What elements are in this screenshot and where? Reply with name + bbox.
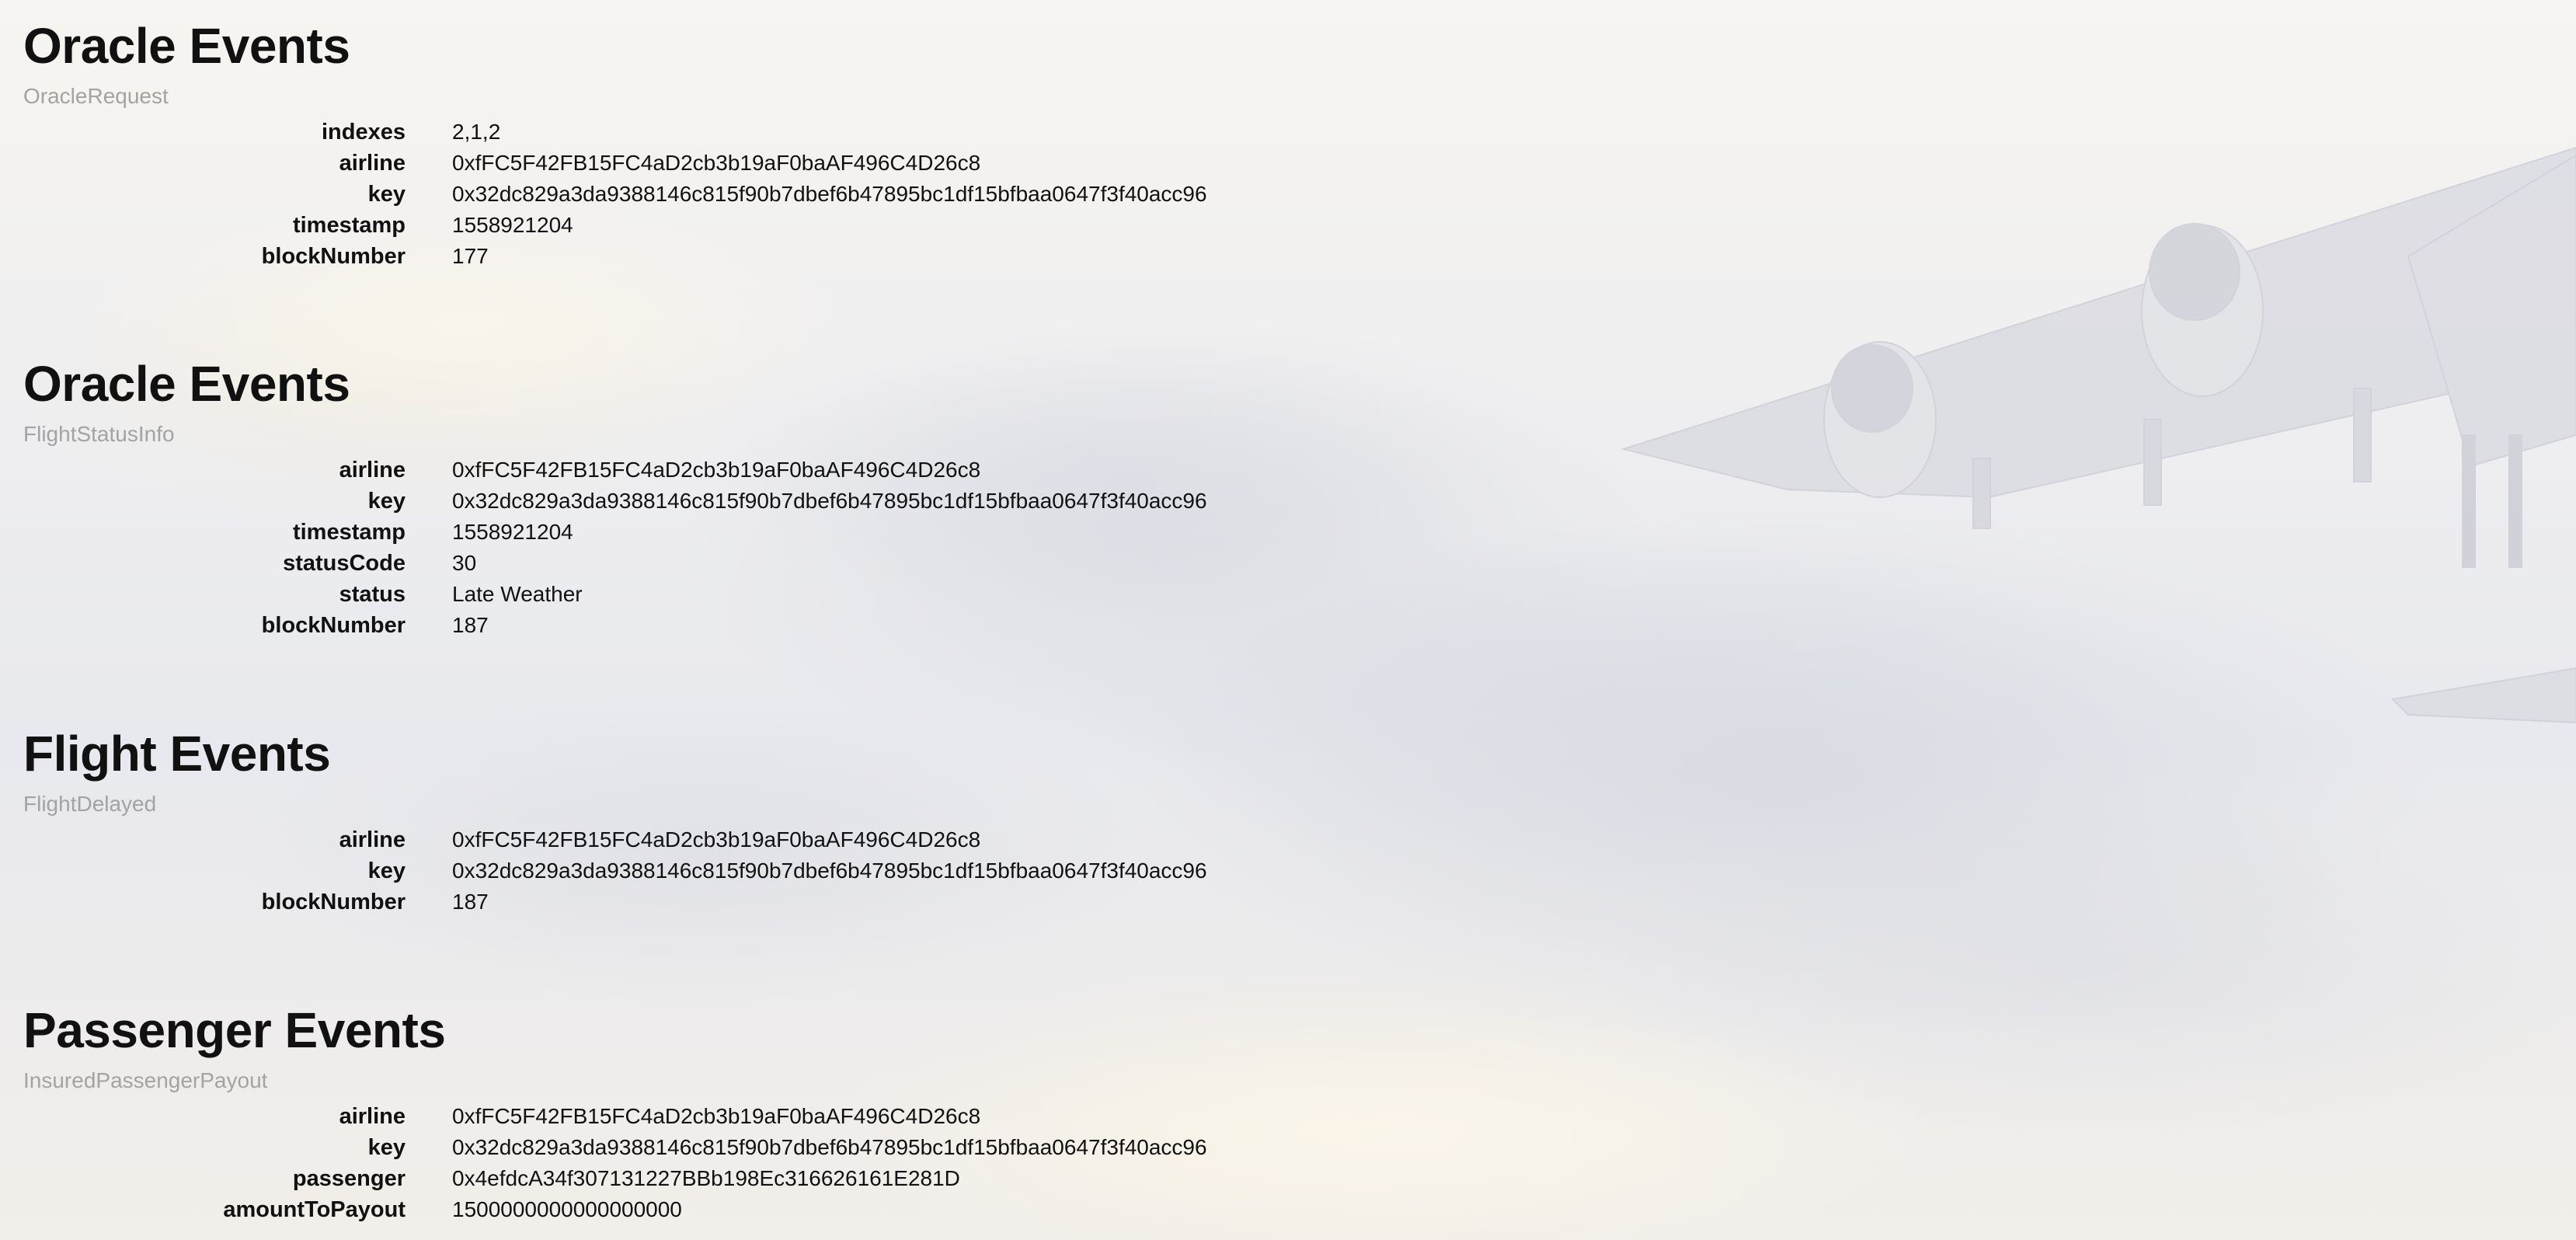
field-label: airline — [339, 827, 406, 852]
field-value: 0xfFC5F42FB15FC4aD2cb3b19aF0baAF496C4D26… — [452, 458, 981, 482]
field-row: passenger 0x4efdcA34f307131227BBb198Ec31… — [23, 1163, 1344, 1194]
field-row: airline 0xfFC5F42FB15FC4aD2cb3b19aF0baAF… — [23, 455, 1344, 486]
field-label: key — [367, 181, 406, 207]
field-label: blockNumber — [261, 612, 406, 638]
field-value: Late Weather — [452, 582, 583, 606]
field-value: 177 — [452, 244, 489, 268]
field-row: statusCode 30 — [23, 548, 1344, 579]
field-value: 1500000000000000000 — [452, 1197, 682, 1221]
field-row: airline 0xfFC5F42FB15FC4aD2cb3b19aF0baAF… — [23, 148, 1344, 179]
field-row: timestamp 1558921204 — [23, 210, 1344, 241]
field-value: 30 — [452, 551, 477, 575]
event-name: FlightStatusInfo — [23, 422, 175, 446]
insured-passenger-payout-section: Passenger Events InsuredPassengerPayout … — [23, 1000, 1344, 1225]
field-label: key — [367, 488, 406, 514]
field-row: airline 0xfFC5F42FB15FC4aD2cb3b19aF0baAF… — [23, 1101, 1344, 1132]
field-row: timestamp 1558921204 — [23, 517, 1344, 548]
flight-delayed-section: Flight Events FlightDelayed airline 0xfF… — [23, 723, 1344, 918]
field-label: airline — [339, 150, 406, 176]
field-label: airline — [339, 1103, 406, 1129]
event-fields: airline 0xfFC5F42FB15FC4aD2cb3b19aF0baAF… — [23, 1101, 1344, 1225]
field-value: 1558921204 — [452, 520, 573, 544]
field-label: blockNumber — [261, 243, 406, 269]
field-value: 0x32dc829a3da9388146c815f90b7dbef6b47895… — [452, 859, 1207, 883]
field-value: 0x32dc829a3da9388146c815f90b7dbef6b47895… — [452, 182, 1207, 206]
field-value: 2,1,2 — [452, 120, 501, 144]
field-value: 1558921204 — [452, 213, 573, 237]
flight-status-info-section: Oracle Events FlightStatusInfo airline 0… — [23, 354, 1344, 641]
field-label: timestamp — [292, 212, 406, 238]
field-row: blockNumber 187 — [23, 610, 1344, 641]
section-title: Oracle Events — [23, 356, 350, 412]
oracle-request-section: Oracle Events OracleRequest indexes 2,1,… — [23, 16, 1344, 272]
field-row: status Late Weather — [23, 579, 1344, 610]
field-label: blockNumber — [261, 889, 406, 914]
field-value: 0xfFC5F42FB15FC4aD2cb3b19aF0baAF496C4D26… — [452, 827, 981, 852]
field-label: passenger — [292, 1165, 406, 1191]
event-fields: airline 0xfFC5F42FB15FC4aD2cb3b19aF0baAF… — [23, 455, 1344, 641]
field-row: blockNumber 187 — [23, 886, 1344, 918]
event-name: FlightDelayed — [23, 792, 157, 816]
section-title: Flight Events — [23, 726, 331, 782]
field-value: 0x32dc829a3da9388146c815f90b7dbef6b47895… — [452, 1135, 1207, 1159]
event-fields: indexes 2,1,2 airline 0xfFC5F42FB15FC4aD… — [23, 117, 1344, 272]
field-row: indexes 2,1,2 — [23, 117, 1344, 148]
field-value: 187 — [452, 890, 489, 914]
field-value: 0x32dc829a3da9388146c815f90b7dbef6b47895… — [452, 489, 1207, 513]
field-label: status — [339, 581, 406, 607]
field-value: 0xfFC5F42FB15FC4aD2cb3b19aF0baAF496C4D26… — [452, 1104, 981, 1128]
field-row: amountToPayout 1500000000000000000 — [23, 1194, 1344, 1225]
field-row: key 0x32dc829a3da9388146c815f90b7dbef6b4… — [23, 179, 1344, 210]
event-name: OracleRequest — [23, 84, 169, 108]
field-label: key — [367, 1134, 406, 1160]
field-row: airline 0xfFC5F42FB15FC4aD2cb3b19aF0baAF… — [23, 824, 1344, 855]
field-label: key — [367, 858, 406, 883]
field-value: 187 — [452, 613, 489, 637]
field-row: key 0x32dc829a3da9388146c815f90b7dbef6b4… — [23, 855, 1344, 886]
field-label: statusCode — [283, 550, 406, 576]
field-label: timestamp — [292, 519, 406, 545]
field-row: key 0x32dc829a3da9388146c815f90b7dbef6b4… — [23, 486, 1344, 517]
field-row: key 0x32dc829a3da9388146c815f90b7dbef6b4… — [23, 1132, 1344, 1163]
event-name: InsuredPassengerPayout — [23, 1068, 268, 1092]
section-title: Oracle Events — [23, 18, 350, 74]
event-fields: airline 0xfFC5F42FB15FC4aD2cb3b19aF0baAF… — [23, 824, 1344, 918]
field-row: blockNumber 177 — [23, 241, 1344, 272]
field-value: 0x4efdcA34f307131227BBb198Ec316626161E28… — [452, 1166, 960, 1190]
field-value: 0xfFC5F42FB15FC4aD2cb3b19aF0baAF496C4D26… — [452, 151, 981, 175]
field-label: amountToPayout — [223, 1196, 406, 1222]
section-title: Passenger Events — [23, 1002, 446, 1058]
field-label: indexes — [322, 119, 406, 145]
field-label: airline — [339, 457, 406, 482]
